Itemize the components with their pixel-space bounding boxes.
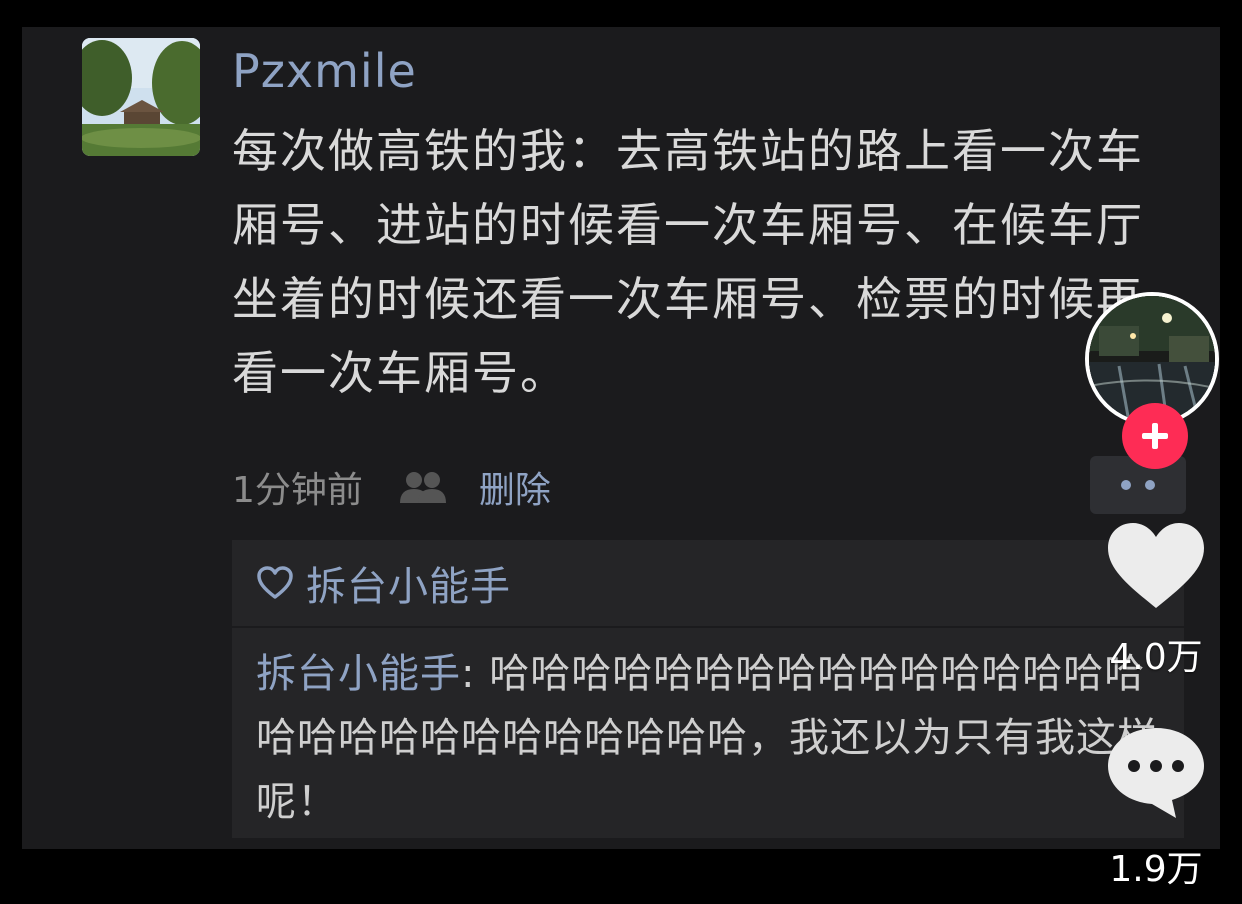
delete-button[interactable]: 删除 [479,461,551,513]
plus-icon [1142,423,1168,449]
heart-icon[interactable] [1104,520,1208,612]
heart-outline-icon [257,566,293,599]
like-count: 4.0万 [1109,637,1203,678]
post-time: 1分钟前 [232,470,363,511]
friends-icon [399,472,446,503]
post-username[interactable]: Pzxmile [232,44,417,98]
likes-row: 拆台小能手 [232,540,1184,628]
post-text: 每次做高铁的我：去高铁站的路上看一次车厢号、进站的时候看一次车厢号、在候车厅坐着… [232,124,1144,400]
comment-count: 1.9万 [1109,849,1203,890]
follow-button[interactable] [1122,403,1188,469]
liker-name[interactable]: 拆台小能手 [306,554,511,612]
reply-box: 拆台小能手 拆台小能手: 哈哈哈哈哈哈哈哈哈哈哈哈哈哈哈哈哈哈哈哈哈哈哈哈哈哈哈… [232,540,1184,838]
more-dots-icon [1121,480,1131,490]
user-avatar[interactable] [82,38,200,156]
comment-author[interactable]: 拆台小能手 [256,651,461,697]
reply-comment: 拆台小能手: 哈哈哈哈哈哈哈哈哈哈哈哈哈哈哈哈哈哈哈哈哈哈哈哈哈哈哈哈，我还以为… [256,642,1186,834]
comment-bubble-icon[interactable] [1104,722,1208,822]
post-meta: 1分钟前 删除 [232,462,551,512]
